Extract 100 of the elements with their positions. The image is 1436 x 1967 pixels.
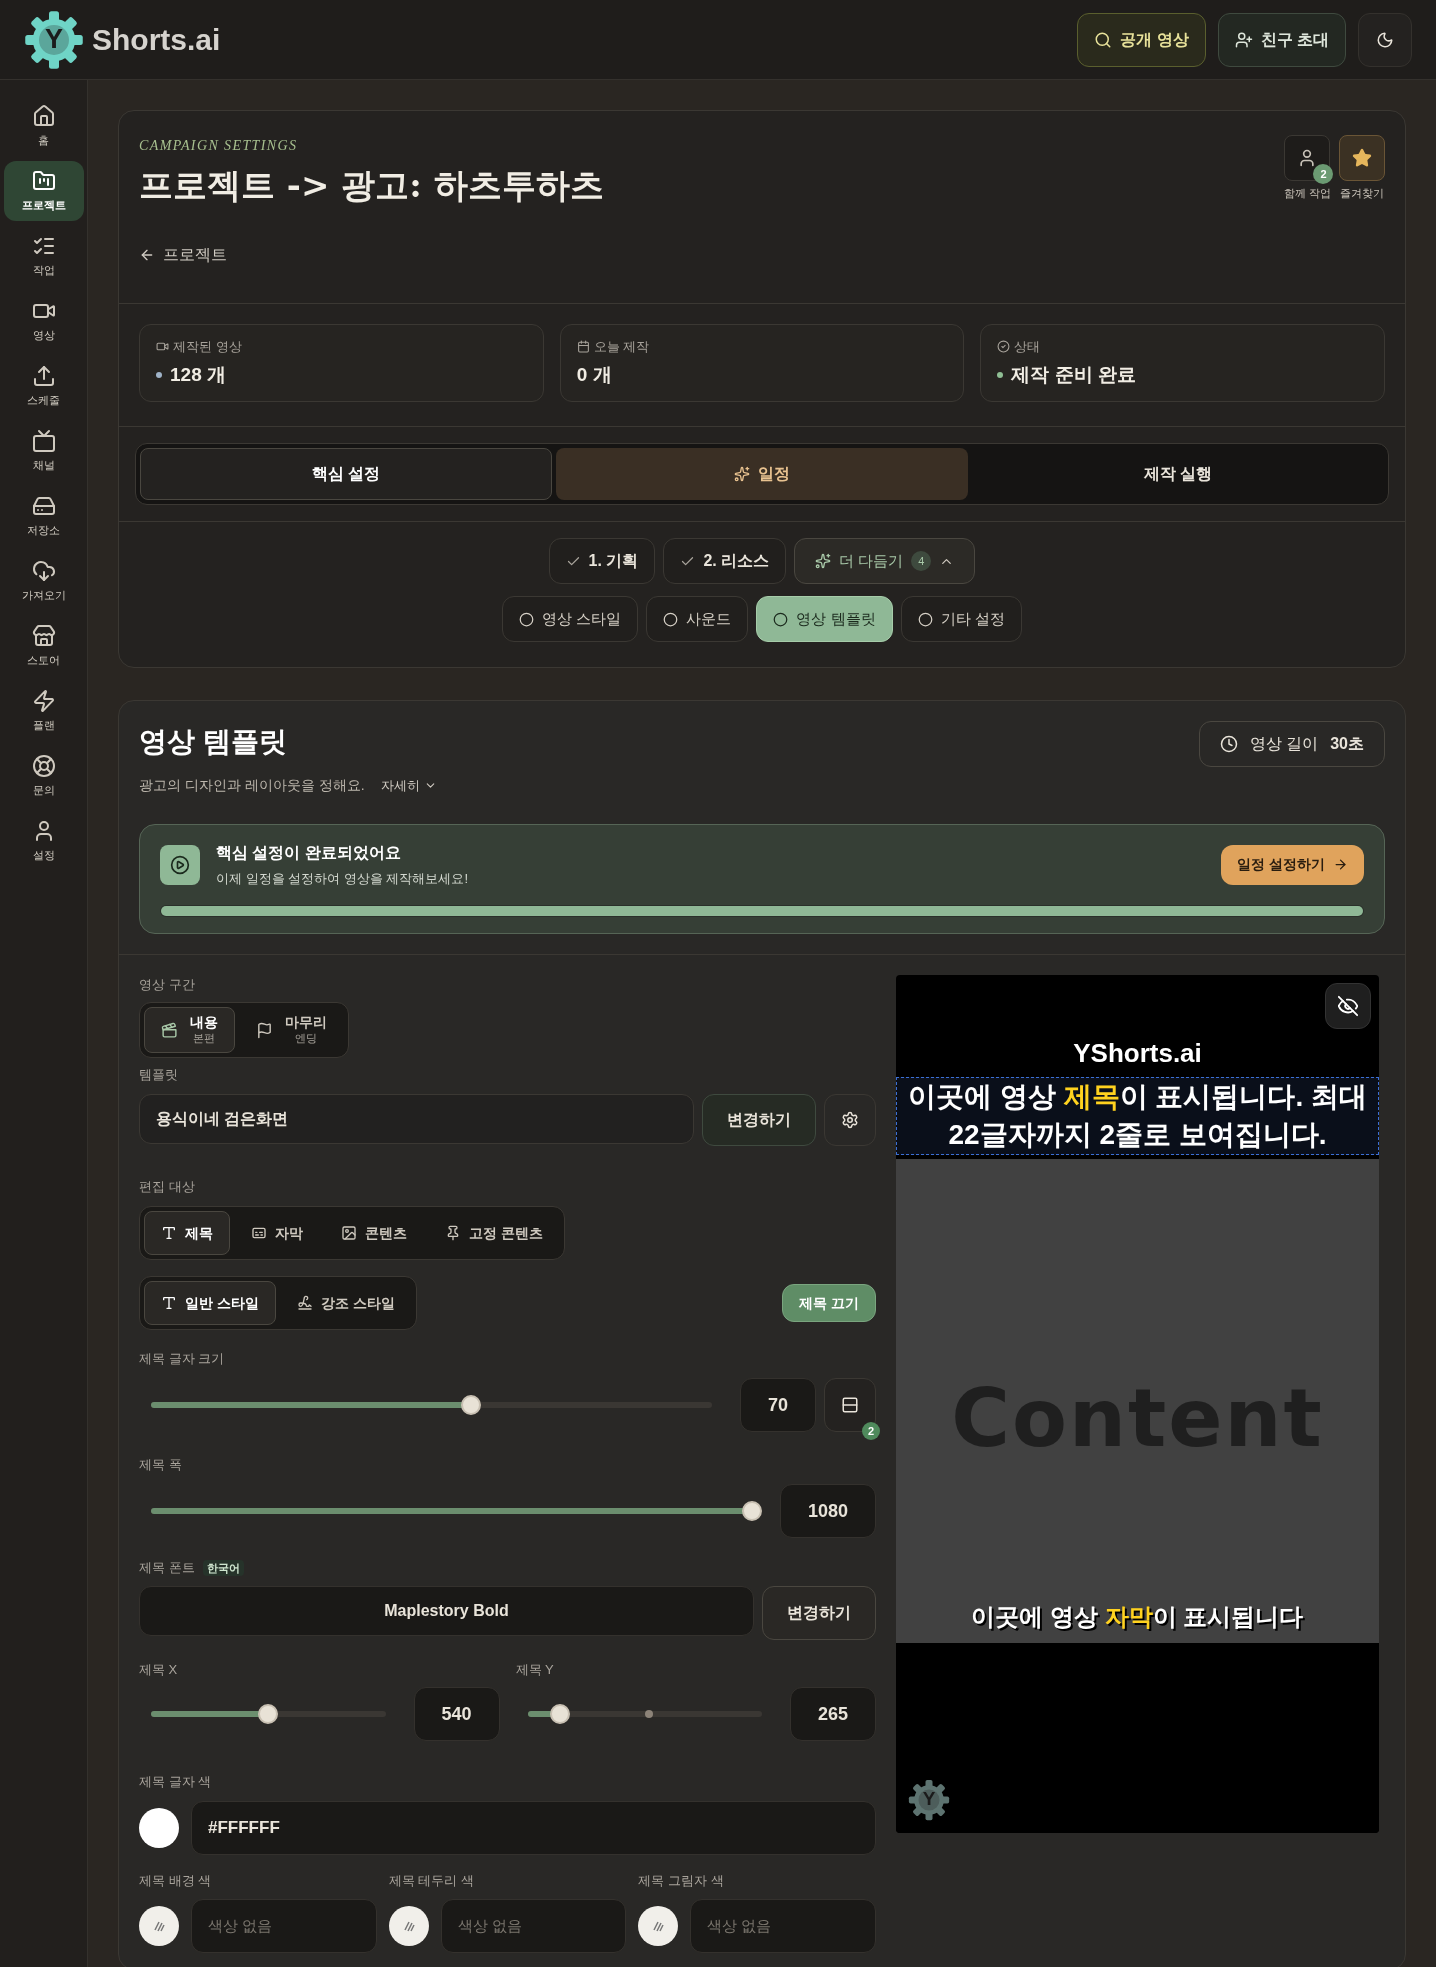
step-button[interactable]: 1. 기획	[548, 538, 656, 584]
color-input[interactable]: 색상 없음	[191, 1898, 377, 1953]
more-link[interactable]: 자세히	[380, 775, 437, 796]
sidebar-item[interactable]: 스케줄	[3, 356, 84, 416]
count-badge: 4	[911, 551, 932, 571]
favorite-button[interactable]: 즐겨찾기	[1339, 135, 1385, 267]
upload-icon	[31, 363, 56, 388]
check-circle-icon	[997, 340, 1011, 354]
segment-option[interactable]: 내용 본편	[144, 1007, 235, 1053]
sidebar-item[interactable]: 채널	[3, 421, 84, 481]
section-title: 영상 템플릿	[139, 725, 288, 759]
tab[interactable]: 제작 실행	[972, 448, 1384, 500]
pin-icon	[445, 1225, 461, 1241]
preview-subtitle: 이곳에 영상 자막이 표시됩니다	[971, 1601, 1304, 1632]
step-button[interactable]: 2. 리소스	[663, 538, 787, 584]
number-field[interactable]: 540	[413, 1687, 500, 1741]
substep-button[interactable]: 사운드	[646, 596, 749, 642]
segment-option[interactable]: 일반 스타일	[144, 1281, 276, 1325]
schedule-button[interactable]: 일정 설정하기	[1221, 844, 1364, 885]
hide-preview-button[interactable]	[1325, 982, 1371, 1029]
theme-toggle-button[interactable]	[1358, 12, 1412, 67]
invite-button[interactable]: 친구 초대	[1217, 12, 1346, 67]
substep-button[interactable]: 기타 설정	[900, 596, 1022, 642]
change-template-button[interactable]: 변경하기	[702, 1094, 816, 1146]
field-label: 제목 그림자 색	[638, 1872, 725, 1890]
segment-option[interactable]: 고정 콘텐츠	[428, 1211, 560, 1255]
preview-title: 이곳에 영상 제목이 표시됩니다. 최대 22글자까지 2줄로 보여집니다.	[896, 1076, 1379, 1155]
sidebar-item[interactable]: 저장소	[3, 486, 84, 546]
tab[interactable]: 일정	[556, 448, 968, 500]
change-font-button[interactable]: 변경하기	[762, 1585, 876, 1640]
sidebar-item[interactable]: 작업	[3, 226, 84, 286]
color-input[interactable]: 색상 없음	[440, 1898, 627, 1953]
sidebar-item[interactable]: 플랜	[3, 681, 84, 741]
tv-icon	[31, 428, 56, 453]
sidebar-item[interactable]: 스토어	[3, 616, 84, 676]
substep-button[interactable]: 영상 템플릿	[756, 596, 893, 642]
field-label: 템플릿	[139, 1067, 178, 1082]
font-field[interactable]: Maplestory Bold	[139, 1585, 754, 1636]
flag-icon	[256, 1021, 273, 1039]
segment-option[interactable]: 자막	[234, 1211, 320, 1255]
hide-title-button[interactable]: 제목 끄기	[782, 1284, 876, 1322]
segment-option[interactable]: 콘텐츠	[324, 1211, 424, 1255]
color-input[interactable]: 색상 없음	[690, 1898, 876, 1953]
segment-option[interactable]: 강조 스타일	[279, 1281, 412, 1325]
template-field[interactable]: 용식이네 검은화면	[139, 1094, 694, 1144]
field-label: 제목 Y	[515, 1660, 555, 1679]
field-label: 편집 대상	[139, 1179, 195, 1194]
empty-swatch[interactable]	[388, 1905, 429, 1946]
number-field[interactable]: 265	[790, 1687, 876, 1741]
sidebar-item[interactable]: 가져오기	[3, 551, 84, 611]
sidebar-item[interactable]: 문의	[3, 746, 84, 806]
sidebar-item[interactable]: 영상	[3, 291, 84, 351]
sidebar-item[interactable]: 설정	[3, 811, 84, 871]
count-badge: 2	[1313, 164, 1334, 184]
split-rows-icon	[841, 1396, 859, 1414]
settings-button[interactable]	[824, 1094, 876, 1146]
field-label: 제목 폰트	[139, 1559, 195, 1577]
circle-icon	[519, 611, 535, 627]
slider-thumb[interactable]	[550, 1704, 571, 1724]
number-field[interactable]: 70	[740, 1378, 816, 1432]
store-icon	[31, 623, 56, 648]
color-swatch[interactable]	[139, 1808, 179, 1848]
home-icon	[31, 103, 56, 128]
moon-icon	[1376, 30, 1394, 49]
cloud-download-icon	[31, 558, 56, 583]
language-tag: 한국어	[202, 1559, 244, 1576]
number-field[interactable]: 1080	[780, 1484, 876, 1538]
segment-option[interactable]: 마무리 엔딩	[239, 1007, 344, 1053]
sidebar-item[interactable]: 홈	[3, 96, 84, 156]
stat-value: 128 개	[170, 362, 226, 387]
arrow-right-icon	[1333, 857, 1348, 873]
slider-marker	[644, 1710, 653, 1718]
slider-thumb[interactable]	[742, 1501, 762, 1521]
clapperboard-icon	[161, 1021, 178, 1039]
slider-thumb[interactable]	[460, 1395, 481, 1415]
back-link[interactable]: 프로젝트	[139, 243, 604, 267]
public-videos-button[interactable]: 공개 영상	[1077, 12, 1206, 67]
banner-subtitle: 이제 일정을 설정하여 영상을 제작해보세요!	[216, 870, 469, 888]
user-plus-icon	[1234, 30, 1253, 49]
text-icon	[161, 1225, 177, 1241]
stat-value: 0 개	[576, 362, 612, 387]
circle-icon	[917, 611, 933, 627]
step-button[interactable]: 더 다듬기 4	[794, 538, 976, 584]
duration-pill: 영상 길이 30초	[1198, 721, 1385, 767]
collaborate-button[interactable]: 2 함께 작업	[1283, 135, 1331, 267]
sidebar-item[interactable]: 프로젝트	[3, 161, 84, 221]
clock-icon	[1219, 735, 1238, 753]
circle-icon	[663, 611, 679, 627]
substep-button[interactable]: 영상 스타일	[502, 596, 639, 642]
signature-icon	[296, 1295, 313, 1311]
segment-option[interactable]: 제목	[144, 1211, 230, 1255]
empty-swatch[interactable]	[139, 1905, 179, 1946]
eyebrow-label: CAMPAIGN SETTINGS	[139, 137, 299, 155]
slider-thumb[interactable]	[258, 1704, 279, 1724]
empty-swatch[interactable]	[638, 1905, 679, 1946]
color-field[interactable]: #FFFFFF	[191, 1801, 876, 1855]
text-icon	[161, 1295, 177, 1311]
captions-icon	[251, 1225, 267, 1241]
stat-value: 제작 준비 완료	[1011, 362, 1136, 387]
tab[interactable]: 핵심 설정	[140, 448, 552, 500]
